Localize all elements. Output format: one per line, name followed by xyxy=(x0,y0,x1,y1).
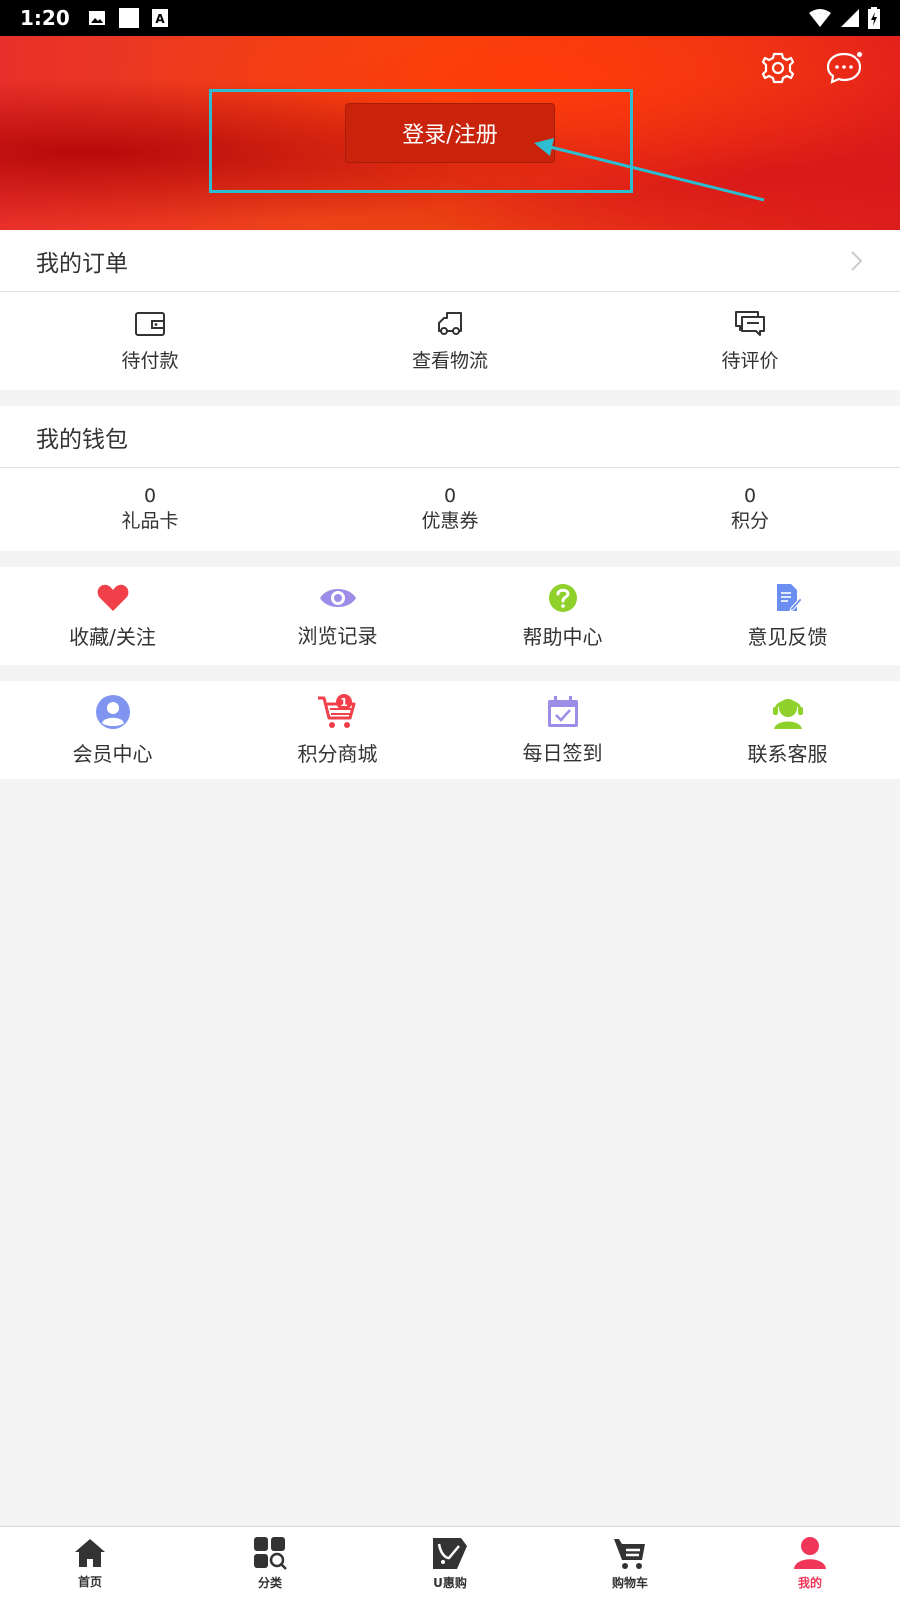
a-notification-icon: A xyxy=(151,9,168,27)
tab-label: 首页 xyxy=(77,1575,102,1589)
member-icon xyxy=(95,694,130,729)
category-icon xyxy=(254,1537,287,1570)
square-notification-icon xyxy=(118,8,139,28)
tab-label: U惠购 xyxy=(433,1576,467,1590)
eye-icon xyxy=(319,588,356,607)
tab-label: 分类 xyxy=(257,1576,282,1590)
member-center-button[interactable]: 会员中心 xyxy=(0,681,225,779)
question-icon xyxy=(548,583,577,612)
tool-label: 每日签到 xyxy=(522,740,603,765)
cart-badge: 1 xyxy=(340,696,348,709)
wallet-label: 礼品卡 xyxy=(121,510,179,532)
signal-icon xyxy=(841,9,859,27)
orders-header[interactable]: 我的订单 xyxy=(0,230,900,292)
wallet-coupon[interactable]: 0 优惠券 xyxy=(300,468,600,550)
points-mall-button[interactable]: 1 积分商城 xyxy=(225,681,450,779)
status-time: 1:20 xyxy=(20,6,70,30)
order-item-label: 查看物流 xyxy=(411,349,488,372)
truck-icon xyxy=(438,311,462,335)
orders-section: 我的订单 待付款 查看物流 待评价 xyxy=(0,230,900,390)
wallet-title: 我的钱包 xyxy=(36,426,128,453)
feedback-button[interactable]: 意见反馈 xyxy=(675,567,900,665)
tool-label: 意见反馈 xyxy=(747,624,828,649)
profile-header: 登录/注册 xyxy=(0,36,900,230)
wallet-points[interactable]: 0 积分 xyxy=(600,468,900,550)
history-button[interactable]: 浏览记录 xyxy=(225,567,450,665)
calendar-icon xyxy=(547,695,578,727)
chevron-right-icon xyxy=(851,251,863,271)
home-icon xyxy=(75,1539,105,1567)
tab-label: 购物车 xyxy=(611,1576,648,1590)
tag-icon xyxy=(433,1538,467,1569)
customer-service-button[interactable]: 联系客服 xyxy=(675,681,900,779)
tab-cart[interactable]: 购物车 xyxy=(540,1527,720,1600)
image-notification-icon xyxy=(88,11,105,25)
tab-home[interactable]: 首页 xyxy=(0,1527,180,1600)
feedback-icon xyxy=(776,583,803,612)
wallet-label: 优惠券 xyxy=(421,510,479,532)
annotation-arrow-icon xyxy=(534,138,765,202)
unread-dot xyxy=(855,50,864,59)
tool-label: 浏览记录 xyxy=(297,623,378,648)
wallet-value: 0 xyxy=(743,485,757,507)
support-icon xyxy=(772,698,803,729)
tool-label: 积分商城 xyxy=(297,741,378,766)
cart-nav-icon xyxy=(614,1539,645,1569)
order-logistics[interactable]: 查看物流 xyxy=(300,292,600,390)
tab-mine[interactable]: 我的 xyxy=(720,1527,900,1600)
tools-row-1: 收藏/关注 浏览记录 帮助中心 意见反馈 xyxy=(0,567,900,665)
gear-icon xyxy=(761,52,795,84)
tab-label: 我的 xyxy=(797,1576,822,1590)
bottom-navigation: 首页 分类 U惠购 购物车 我的 xyxy=(0,1526,900,1600)
wallet-label: 积分 xyxy=(730,510,769,532)
wallet-gift-card[interactable]: 0 礼品卡 xyxy=(0,468,300,550)
wifi-icon xyxy=(809,9,831,27)
order-item-label: 待付款 xyxy=(121,349,179,372)
tab-u-deals[interactable]: U惠购 xyxy=(360,1527,540,1600)
order-pending-review[interactable]: 待评价 xyxy=(600,292,900,390)
favorites-button[interactable]: 收藏/关注 xyxy=(0,567,225,665)
wallet-section: 我的钱包 0 礼品卡 0 优惠券 0 积分 xyxy=(0,406,900,551)
daily-checkin-button[interactable]: 每日签到 xyxy=(450,681,675,779)
settings-button[interactable] xyxy=(758,48,798,88)
help-center-button[interactable]: 帮助中心 xyxy=(450,567,675,665)
wallet-value: 0 xyxy=(443,485,457,507)
person-icon xyxy=(794,1537,826,1569)
order-item-label: 待评价 xyxy=(721,349,779,372)
status-bar: 1:20 A xyxy=(0,0,900,36)
tool-label: 帮助中心 xyxy=(522,624,603,649)
cart-icon: 1 xyxy=(317,693,355,728)
wallet-icon xyxy=(135,311,165,336)
tab-category[interactable]: 分类 xyxy=(180,1527,360,1600)
wallet-header: 我的钱包 xyxy=(0,406,900,468)
wallet-value: 0 xyxy=(143,485,157,507)
heart-icon xyxy=(97,584,128,611)
order-pending-payment[interactable]: 待付款 xyxy=(0,292,300,390)
tool-label: 收藏/关注 xyxy=(69,624,156,649)
svg-text:A: A xyxy=(155,12,165,26)
tool-label: 联系客服 xyxy=(747,741,828,766)
battery-icon xyxy=(868,7,880,29)
tool-label: 会员中心 xyxy=(72,741,153,766)
tools-row-2: 会员中心 1 积分商城 每日签到 联系客服 xyxy=(0,681,900,779)
orders-title: 我的订单 xyxy=(36,250,128,277)
comment-icon xyxy=(735,310,765,336)
message-button[interactable] xyxy=(822,48,866,88)
